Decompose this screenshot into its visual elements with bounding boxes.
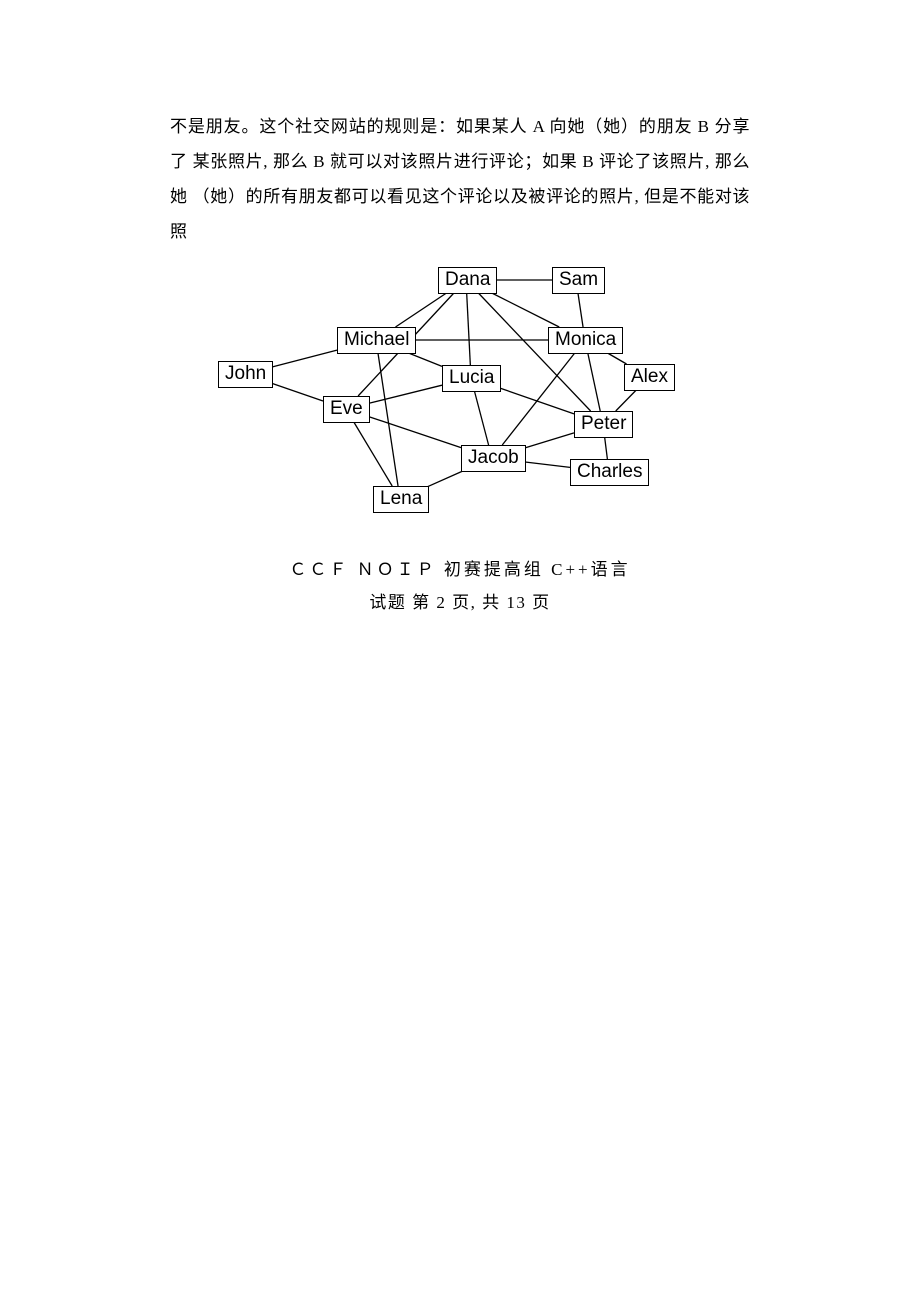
friend-graph-diagram: Dana Sam Michael Monica John Lucia Alex Eve Pete… (200, 264, 720, 524)
graph-edge-eve-jacob (369, 417, 461, 448)
graph-node-john: John (218, 361, 273, 388)
graph-node-jacob: Jacob (461, 445, 526, 472)
graph-edge-michael-john (272, 350, 337, 367)
paragraph-text: 不是朋友。这个社交网站的规则是：如果某人 A 向她（她）的朋友 B 分享了 某张… (170, 110, 750, 249)
graph-edge-jacob-lena (427, 471, 463, 487)
graph-edge-monica-alex (607, 353, 626, 364)
graph-node-peter: Peter (574, 411, 633, 438)
graph-node-monica: Monica (548, 327, 623, 354)
graph-edge-lucia-eve (369, 386, 442, 404)
page-footer: ＣＣＦ ＮＯＩＰ 初赛提高组 C++语言 试题 第 2 页, 共 13 页 (170, 554, 750, 619)
graph-edge-lucia-jacob (474, 391, 488, 445)
footer-line-2: 试题 第 2 页, 共 13 页 (170, 587, 750, 619)
graph-edge-monica-peter (588, 353, 600, 411)
graph-node-lena: Lena (373, 486, 429, 513)
graph-edge-peter-charles (605, 437, 608, 459)
graph-edge-alex-peter (616, 390, 637, 411)
graph-node-alex: Alex (624, 364, 675, 391)
graph-edge-eve-lena (354, 422, 392, 486)
graph-node-michael: Michael (337, 327, 416, 354)
graph-edge-jacob-charles (523, 462, 570, 468)
graph-edge-lucia-peter (500, 388, 574, 414)
graph-edge-dana-monica (492, 293, 559, 327)
graph-edge-peter-jacob (523, 433, 574, 449)
graph-edge-dana-lucia (467, 293, 471, 365)
graph-node-sam: Sam (552, 267, 605, 294)
footer-line-1: ＣＣＦ ＮＯＩＰ 初赛提高组 C++语言 (170, 554, 750, 586)
graph-edge-monica-jacob (502, 353, 575, 445)
graph-node-dana: Dana (438, 267, 497, 294)
graph-edge-michael-lucia (409, 353, 443, 366)
graph-edge-sam-monica (578, 293, 583, 327)
graph-node-eve: Eve (323, 396, 370, 423)
graph-edge-john-eve (272, 384, 323, 402)
graph-node-lucia: Lucia (442, 365, 501, 392)
graph-node-charles: Charles (570, 459, 649, 486)
